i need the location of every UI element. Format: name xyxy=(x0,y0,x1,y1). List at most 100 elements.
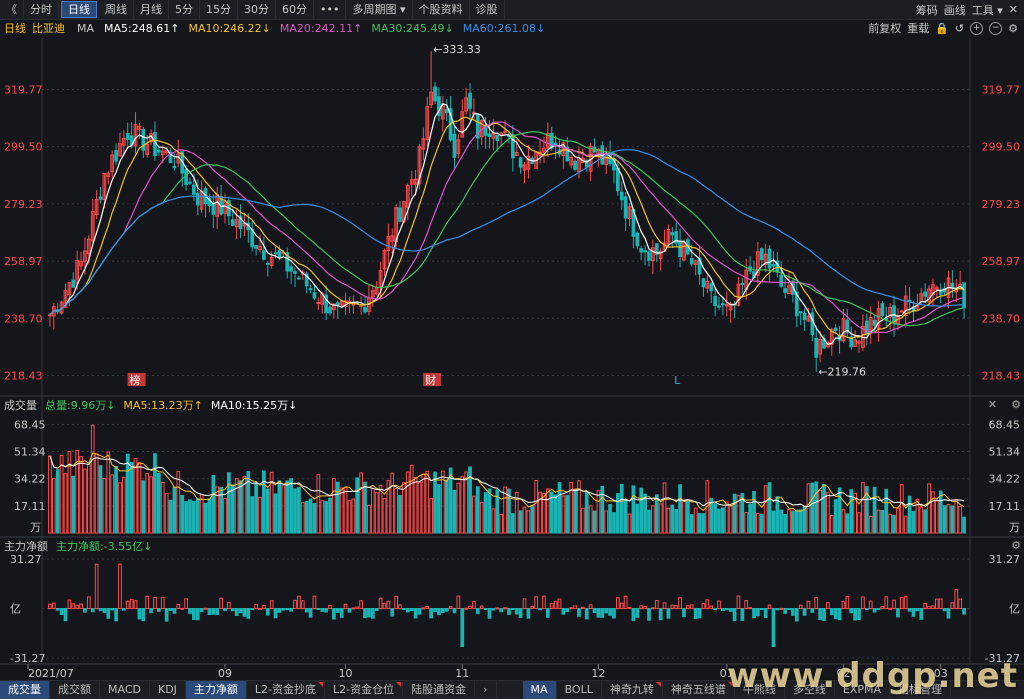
indicator-tab-0[interactable]: 成交量 xyxy=(0,681,50,699)
candle-body xyxy=(277,250,282,258)
indicator-tab-12[interactable]: 神奇五线谱 xyxy=(663,681,735,699)
date-label: 12 xyxy=(591,667,605,680)
candle-body xyxy=(254,244,258,249)
indicator-tab-9[interactable]: MA xyxy=(522,681,557,699)
volume-bar xyxy=(164,493,169,534)
indicator-tab-6[interactable]: L2-资金仓位 xyxy=(325,681,404,699)
flow-bar xyxy=(63,608,68,622)
candle-body xyxy=(899,310,904,313)
flow-title[interactable]: 主力净额 xyxy=(4,538,48,554)
flow-bar xyxy=(351,607,356,610)
volume-bar xyxy=(510,513,515,534)
candle-body xyxy=(713,295,717,306)
flow-bar xyxy=(359,600,363,610)
volume-bar xyxy=(347,500,352,534)
flow-bar xyxy=(880,606,885,609)
flow-bar xyxy=(254,603,258,610)
volume-axis-right-label: 34.22 xyxy=(989,473,1021,486)
flow-axis-left-label: -31.27 xyxy=(10,652,45,665)
volume-bar xyxy=(923,509,928,534)
volume-bar xyxy=(662,482,667,534)
indicator-tab-4[interactable]: 主力净额 xyxy=(185,681,247,699)
candle-body xyxy=(211,203,216,215)
flow-bar xyxy=(102,608,107,613)
flow-bar xyxy=(557,598,562,609)
flow-bar xyxy=(604,608,609,614)
volume-bar xyxy=(153,453,157,534)
flow-bar xyxy=(507,608,511,615)
volume-bar xyxy=(472,495,476,534)
indicator-tab-3[interactable]: KDJ xyxy=(150,681,186,699)
volume-bar xyxy=(802,506,807,534)
indicator-tab-5[interactable]: L2-资金抄底 xyxy=(247,681,326,699)
volume-title[interactable]: 成交量 xyxy=(4,397,37,413)
flow-bar xyxy=(433,608,437,613)
flow-bar xyxy=(98,608,103,611)
volume-bar xyxy=(433,471,437,534)
indicator-tab-11[interactable]: 神奇九转 xyxy=(602,681,663,699)
indicator-tab-10[interactable]: BOLL xyxy=(557,681,602,699)
volume-bar xyxy=(841,509,846,534)
flow-bar xyxy=(798,604,803,610)
indicator-tab-1[interactable]: 成交额 xyxy=(50,681,100,699)
volume-bar xyxy=(686,500,690,534)
price-axis-right-label: 218.43 xyxy=(982,369,1021,382)
indicator-tab-8[interactable]: › xyxy=(475,681,497,699)
volume-bar xyxy=(230,484,235,534)
stock-chart[interactable]: 218.43 218.43 238.70 238.70 258.97 258.97 279.… xyxy=(0,0,1024,698)
flow-bar xyxy=(203,607,208,610)
flow-bar xyxy=(853,608,858,621)
flow-bar xyxy=(771,608,776,647)
flow-bar xyxy=(744,600,749,610)
volume-bar xyxy=(588,505,593,534)
volume-bar xyxy=(118,482,122,534)
flow-bar xyxy=(686,605,690,609)
candle-body xyxy=(487,133,492,138)
flow-bar xyxy=(238,608,243,614)
flow-bar xyxy=(483,608,488,610)
volume-bar xyxy=(121,476,126,534)
flow-bar xyxy=(732,608,737,622)
volume-bar xyxy=(262,470,266,534)
flow-bar xyxy=(666,608,671,619)
price-axis-left-label: 299.50 xyxy=(4,141,43,154)
volume-settings-icon[interactable]: ⚙ xyxy=(1011,398,1021,411)
max-price-label: ←333.33 xyxy=(433,43,481,56)
flow-bar xyxy=(324,608,328,613)
volume-bar xyxy=(756,513,760,534)
volume-bar xyxy=(382,498,387,534)
volume-bar xyxy=(639,487,644,534)
flow-bar xyxy=(577,608,581,617)
volume-bar xyxy=(343,486,348,534)
flow-bar xyxy=(129,598,134,610)
candle-body xyxy=(262,250,266,260)
flow-bar xyxy=(265,608,270,616)
candle-body xyxy=(962,282,966,309)
candle-body xyxy=(188,181,192,184)
volume-bar xyxy=(83,468,87,534)
flow-bar xyxy=(487,608,492,619)
flow-bar xyxy=(79,603,83,610)
volume-bar xyxy=(452,489,457,534)
volume-bar xyxy=(896,508,900,534)
candle-body xyxy=(48,314,52,317)
flow-bar xyxy=(534,596,539,610)
volume-bar xyxy=(911,510,916,534)
candle-body xyxy=(468,92,472,109)
flow-bar xyxy=(367,608,371,618)
volume-bar xyxy=(845,513,850,534)
flow-bar xyxy=(643,605,647,610)
volume-bar xyxy=(666,507,671,534)
volume-bar xyxy=(907,495,912,534)
volume-bar xyxy=(86,463,91,534)
flow-bar xyxy=(709,605,714,609)
volume-bar xyxy=(818,489,822,534)
volume-bar xyxy=(689,514,694,534)
volume-close-icon[interactable]: ✕ xyxy=(988,398,997,411)
flow-bar xyxy=(724,608,729,611)
flow-bar xyxy=(841,601,846,609)
indicator-tab-7[interactable]: 陆股通资金 xyxy=(403,681,476,699)
indicator-tab-2[interactable]: MACD xyxy=(100,681,150,699)
flow-settings-icon[interactable]: ⚙ xyxy=(1011,539,1021,552)
flow-bar xyxy=(810,608,815,613)
